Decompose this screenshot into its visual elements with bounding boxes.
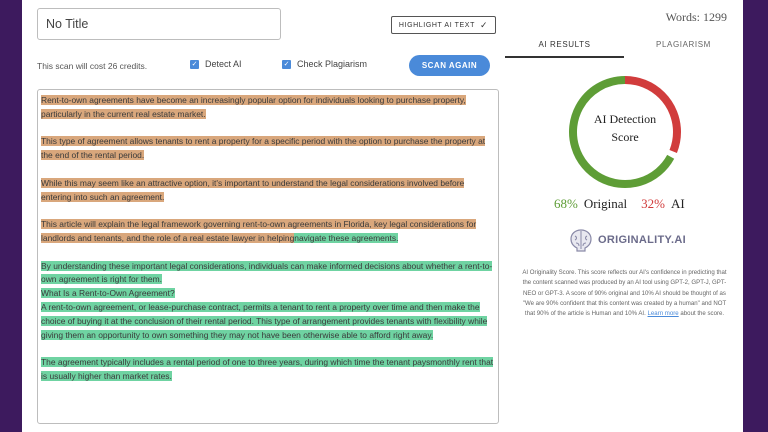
paragraph: A rent-to-own agreement, or lease-purcha…	[41, 301, 495, 342]
ai-percent: 32%	[641, 196, 666, 211]
tab-ai-results[interactable]: AI RESULTS	[505, 36, 624, 58]
paragraph: By understanding these important legal c…	[41, 260, 495, 288]
document-title-input[interactable]	[37, 8, 281, 40]
checkbox-checked-icon: ✓	[282, 59, 291, 69]
results-tabs: AI RESULTS PLAGIARISM	[505, 36, 743, 58]
original-highlighted-text: The agreement typically includes a renta…	[41, 357, 494, 381]
paragraph: This article will explain the legal fram…	[41, 218, 495, 246]
detect-ai-checkbox[interactable]: ✓ Detect AI	[190, 59, 242, 69]
paragraph: Rent-to-own agreements have become an in…	[41, 94, 495, 122]
check-plagiarism-label: Check Plagiarism	[297, 59, 368, 69]
original-highlighted-text: navigate these agreements.	[294, 232, 399, 243]
word-count: Words: 1299	[665, 10, 727, 24]
app-window: HIGHLIGHT AI TEXT ✓ This scan will cost …	[22, 0, 743, 432]
ai-highlighted-text: This type of agreement allows tenants to…	[41, 136, 486, 161]
gauge-label: AI Detection Score	[567, 110, 683, 146]
gauge-subtitle: Score	[611, 130, 639, 144]
gauge-title: AI Detection	[593, 112, 657, 126]
logo-text: ORIGINALITY.AI	[598, 234, 686, 246]
original-highlighted-text: A rent-to-own agreement, or lease-purcha…	[41, 301, 488, 340]
checkbox-checked-icon: ✓	[190, 59, 199, 69]
brain-icon	[570, 229, 592, 252]
paragraph: What Is a Rent-to-Own Agreement?	[41, 287, 495, 301]
scan-cost-text: This scan will cost 26 credits.	[37, 61, 148, 71]
original-label: Original	[583, 196, 628, 211]
score-summary: 68% Original 32% AI	[554, 196, 714, 212]
ai-label: AI	[671, 196, 685, 211]
content-text-area[interactable]: Rent-to-own agreements have become an in…	[37, 89, 499, 424]
learn-more-link[interactable]: Learn more	[648, 310, 679, 317]
paragraph: While this may seem like an attractive o…	[41, 177, 495, 205]
ai-highlighted-text: This article will explain the legal fram…	[41, 219, 477, 243]
detect-ai-label: Detect AI	[205, 59, 242, 69]
original-highlighted-text: By understanding these important legal c…	[41, 260, 493, 285]
original-percent: 68%	[554, 196, 578, 211]
paragraph: The agreement typically includes a renta…	[41, 356, 495, 384]
ai-highlighted-text: Rent-to-own agreements have become an in…	[41, 95, 466, 119]
original-highlighted-text: What Is a Rent-to-Own Agreement?	[41, 288, 175, 299]
scan-again-button[interactable]: SCAN AGAIN	[409, 55, 490, 76]
ai-highlighted-text: While this may seem like an attractive o…	[41, 177, 465, 202]
score-description: AI Originality Score. This score reflect…	[522, 268, 727, 319]
highlight-ai-text-label: HIGHLIGHT AI TEXT	[398, 21, 475, 29]
paragraph: This type of agreement allows tenants to…	[41, 135, 495, 163]
originality-logo: ORIGINALITY.AI	[568, 227, 686, 253]
highlight-ai-text-button[interactable]: HIGHLIGHT AI TEXT ✓	[391, 16, 496, 34]
check-plagiarism-checkbox[interactable]: ✓ Check Plagiarism	[282, 59, 367, 69]
check-icon: ✓	[479, 19, 489, 30]
tab-plagiarism[interactable]: PLAGIARISM	[624, 36, 743, 58]
description-tail: about the score.	[680, 310, 725, 318]
